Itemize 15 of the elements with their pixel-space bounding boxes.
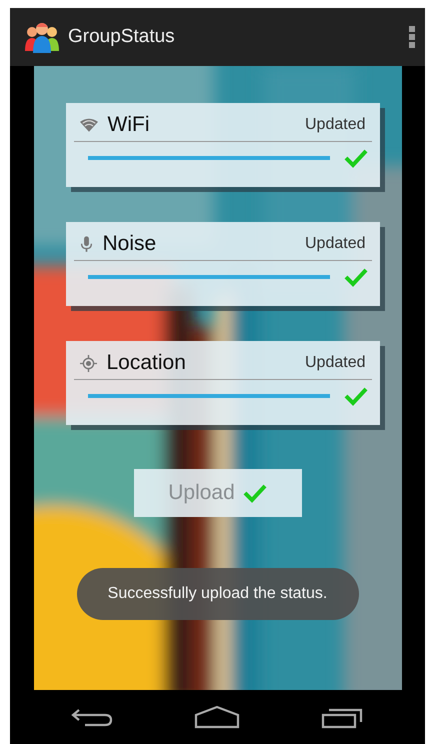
overflow-menu-icon[interactable]	[409, 26, 415, 48]
sensor-name: Location	[106, 351, 187, 375]
people-icon	[24, 21, 60, 53]
sensor-status: Updated	[305, 354, 366, 372]
sensor-name: WiFi	[108, 113, 150, 137]
crosshair-icon	[80, 354, 96, 372]
wifi-icon	[80, 118, 98, 132]
sensor-name: Noise	[102, 232, 158, 256]
sensor-status: Updated	[305, 235, 366, 253]
app-title: GroupStatus	[68, 26, 176, 48]
back-icon[interactable]	[70, 706, 112, 728]
microphone-icon	[80, 236, 92, 252]
toast-message: Successfully upload the status.	[76, 568, 358, 620]
sensor-status: Updated	[305, 116, 366, 134]
home-icon[interactable]	[194, 705, 240, 729]
